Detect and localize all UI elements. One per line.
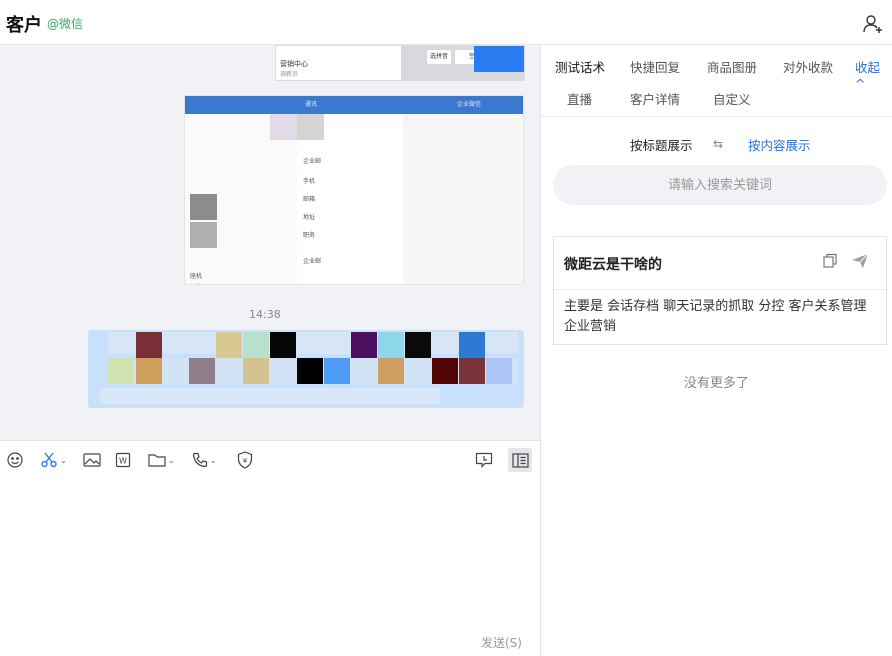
tab-quick-reply[interactable]: 快捷回复 [630,57,680,76]
image-bar: 通讯 企业微信 [185,96,523,114]
pixel-block [270,114,297,140]
svg-text:W: W [119,457,127,466]
pixel-block [432,358,458,384]
image-text: 营销中心 [280,60,308,68]
chat-record-icon[interactable] [475,451,493,469]
chat-area[interactable]: 营销中心 调教员 选拼音 空格 通讯 企业微信 座机 邮箱 企业邮 手机 邮箱 … [0,45,540,440]
image-key: 选拼音 [427,50,451,64]
tab-custom[interactable]: 自定义 [713,89,751,108]
image-column [403,114,523,284]
svg-text:¥: ¥ [243,457,248,465]
image-message[interactable]: 通讯 企业微信 座机 邮箱 企业邮 手机 邮箱 地址 职务 企业邮 [184,95,524,285]
pixel-block [405,332,431,358]
pixel-block [190,194,217,220]
add-user-icon[interactable] [862,13,884,35]
pixel-block [378,332,404,358]
script-title: 微距云是干啥的 [564,257,662,273]
send-button[interactable]: 发送(S) [481,634,522,651]
collapse-tabs-button[interactable]: 收起 ^ [855,57,892,91]
side-panel: 测试话术 快捷回复 商品图册 对外收款 收起 ^ 直播 客户详情 自定义 按标题… [541,45,892,656]
pixel-block [297,114,324,140]
script-card[interactable]: 微距云是干啥的 主要是 会话存档 聊天记录的抓取 分控 客户关系管理 企业营销 [553,236,887,345]
image-text: 邮箱 [303,196,316,203]
image-text: 调教员 [280,71,299,78]
image-panel: 营销中心 调教员 [276,46,401,80]
tab-bar: 测试话术 快捷回复 商品图册 对外收款 收起 ^ 直播 客户详情 自定义 [541,45,892,117]
pixel-block [378,358,404,384]
tab-product-album[interactable]: 商品图册 [707,57,757,76]
pixel-block [486,358,512,384]
pixel-block [136,332,162,358]
pixel-block [190,222,217,248]
pixel-block [189,358,215,384]
script-content: 主要是 会话存档 聊天记录的抓取 分控 客户关系管理 企业营销 [564,299,867,334]
pixel-block [243,332,269,358]
image-text: 企业微信 [457,101,482,108]
folder-icon[interactable]: ⌄ [148,451,175,469]
image-text: 企业邮 [303,158,322,165]
tab-payment[interactable]: 对外收款 [783,57,833,76]
image-text: 座机 [190,273,203,280]
pixel-block [270,332,296,358]
image-icon[interactable] [83,451,101,469]
composer-toolbar: ⌄ W ⌄ ⌄ ¥ [0,440,540,478]
pixel-block [459,358,485,384]
blurred-text [108,332,518,354]
blurred-text [100,388,440,404]
page-title: 客户 [6,15,42,36]
image-text: 通讯 [305,101,318,108]
scissors-icon[interactable]: ⌄ [40,451,67,469]
divider [554,289,886,290]
pixel-block [297,358,323,384]
side-panel-icon[interactable] [508,448,532,472]
tab-live[interactable]: 直播 [567,89,592,108]
image-text: 手机 [303,178,316,185]
display-by-content-option[interactable]: 按内容展示 [748,135,811,154]
tab-customer-details[interactable]: 客户详情 [630,89,680,108]
pixel-block [459,332,485,358]
image-text: 地址 [303,214,316,221]
message-time: 14:38 [249,308,281,321]
shield-icon[interactable]: ¥ [237,451,253,469]
image-column: 座机 邮箱 [185,114,297,284]
word-icon[interactable]: W [115,451,131,469]
image-text: 企业邮 [303,258,322,265]
chevron-down-icon: ⌄ [210,455,217,465]
image-text: 邮箱 [190,282,202,284]
search-input[interactable] [553,165,887,205]
image-column: 企业邮 手机 邮箱 地址 职务 企业邮 [297,114,403,284]
pixel-block [216,332,242,358]
image-message[interactable]: 营销中心 调教员 选拼音 空格 [275,45,525,81]
copy-icon[interactable] [822,253,838,273]
send-icon[interactable] [851,253,869,273]
pixel-block [136,358,162,384]
pixel-block [108,358,134,384]
phone-icon[interactable]: ⌄ [192,451,217,469]
message-input[interactable]: 发送(S) [0,478,540,656]
display-by-title-option[interactable]: 按标题展示 [630,135,693,154]
emoji-icon[interactable] [6,451,24,469]
header: 客户 @微信 [0,0,892,45]
chevron-down-icon: ⌄ [60,455,67,465]
pixel-block [243,358,269,384]
swap-icon[interactable]: ⇆ [713,137,723,151]
tab-test-scripts[interactable]: 测试话术 [555,57,605,76]
pixel-block [324,358,350,384]
pixel-block [351,332,377,358]
image-text: 职务 [303,232,316,239]
display-mode-toggle: 按标题展示 ⇆ 按内容展示 [541,135,892,155]
text-message[interactable] [88,330,524,408]
chevron-down-icon: ⌄ [168,455,175,465]
image-block [474,46,524,72]
no-more-text: 没有更多了 [683,376,749,391]
source-badge: @微信 [47,17,84,31]
